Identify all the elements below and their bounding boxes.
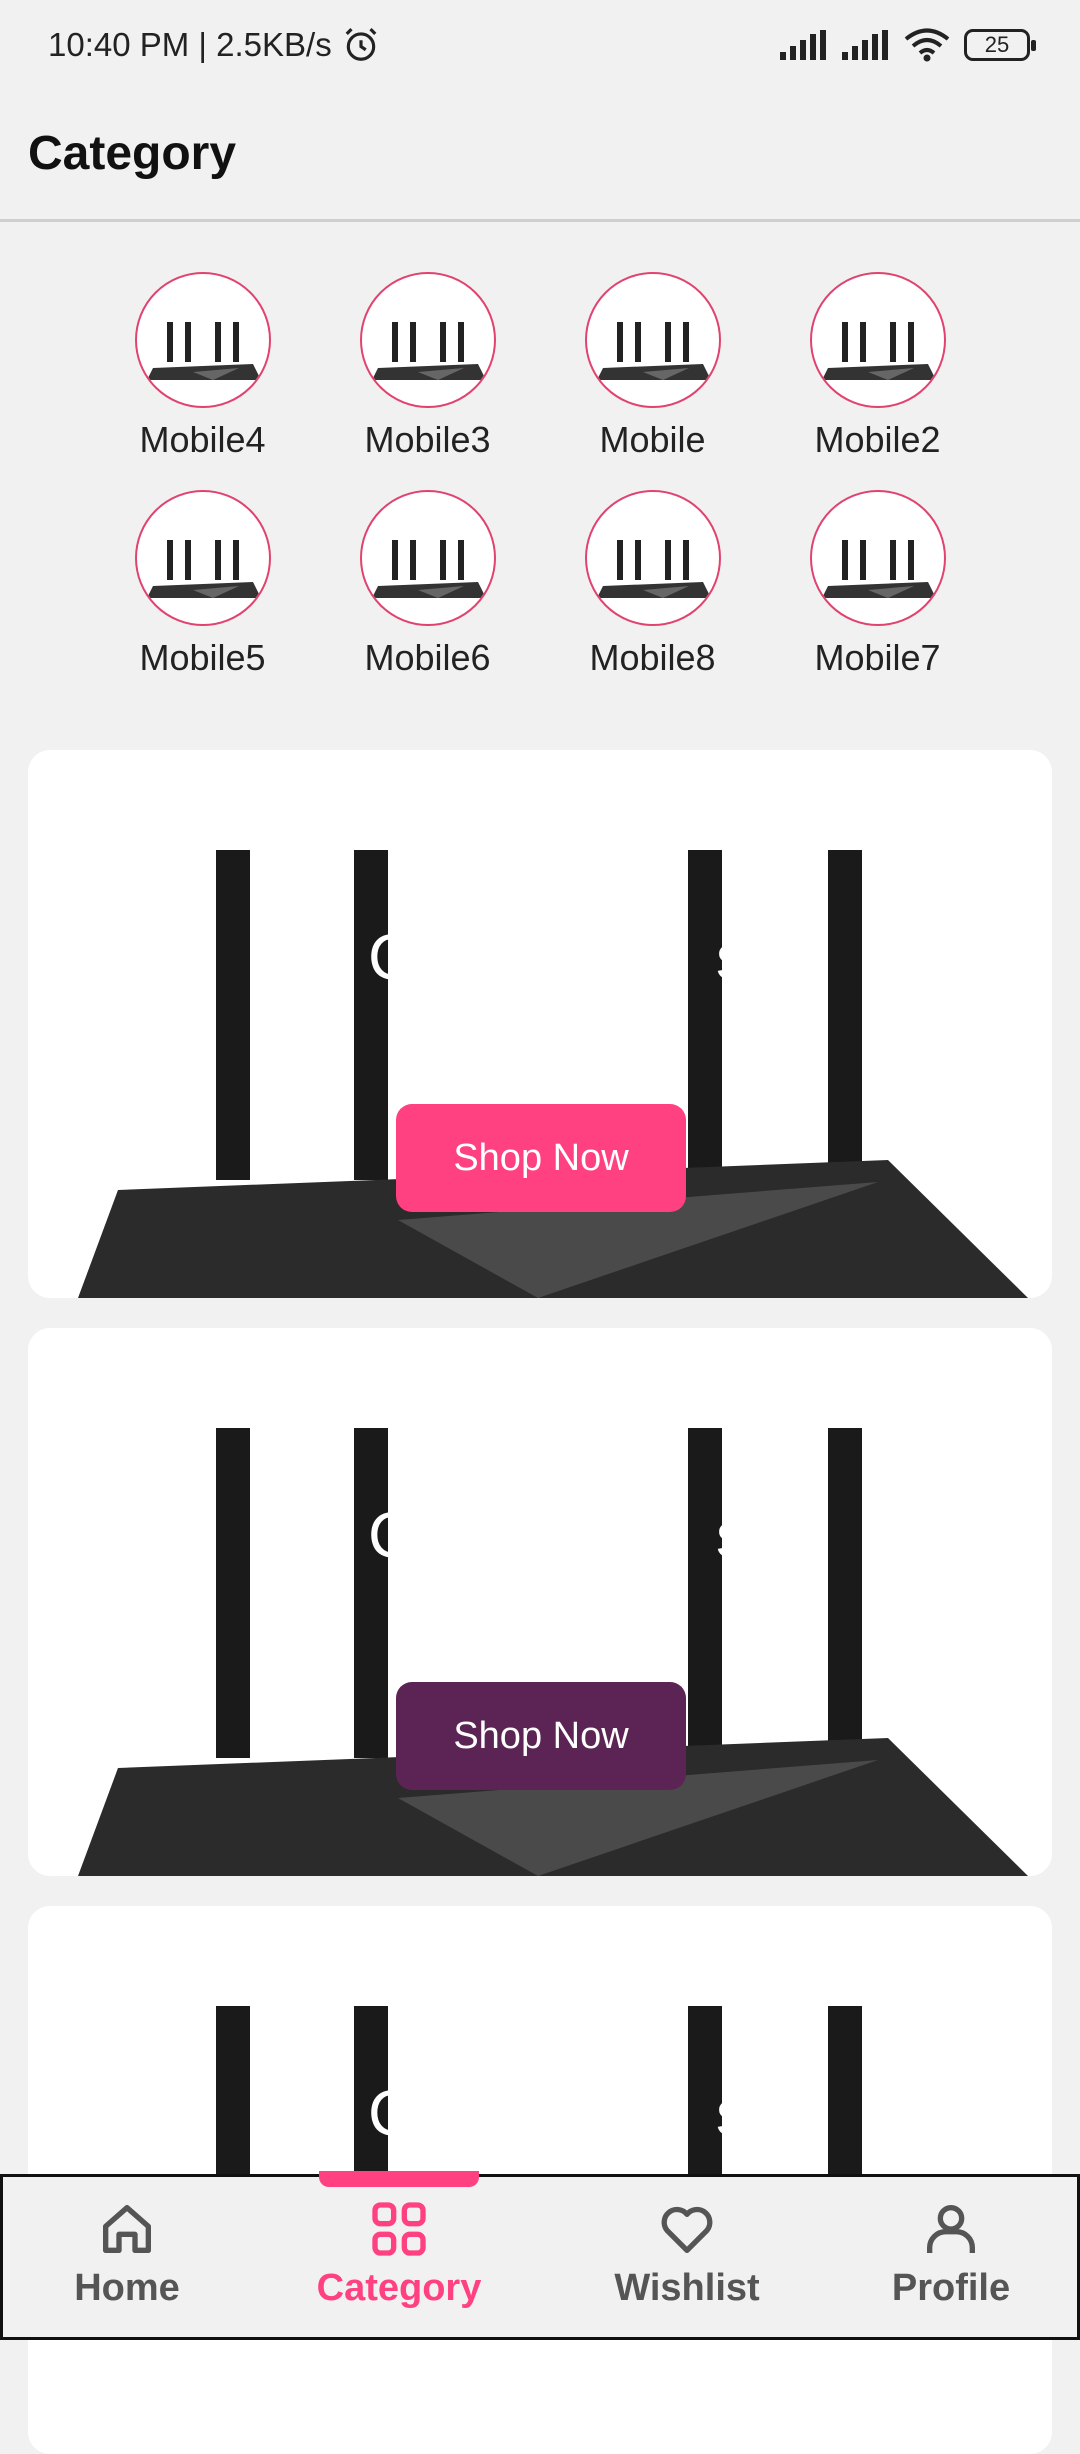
status-bar: 10:40 PM | 2.5KB/s 25 [0,0,1080,96]
battery-icon: 25 [964,29,1036,61]
router-banner-image [78,850,1028,1298]
router-banner-image [78,1428,1028,1876]
router-thumbnail-icon [596,540,711,598]
category-item[interactable]: Mobile [540,272,765,468]
category-label: Mobile2 [814,419,941,460]
promo-banner[interactable]: C s Shop Now [28,1328,1052,1876]
category-item[interactable]: Mobile6 [315,490,540,686]
category-item[interactable]: Mobile2 [765,272,990,468]
promo-banner[interactable]: C s Shop Now [28,750,1052,1298]
shop-now-button[interactable]: Shop Now [396,1682,686,1790]
category-image [809,490,946,626]
router-thumbnail-icon [821,322,936,380]
nav-category[interactable]: Category [299,2197,499,2310]
category-icon [372,2202,426,2256]
category-label: Mobile5 [139,637,266,678]
status-left: 10:40 PM | 2.5KB/s [48,26,380,64]
alarm-icon [345,28,377,61]
bottom-navigation: Home Category Wishlist Profile [0,2171,1080,2340]
wifi-icon [904,28,950,62]
banner-title-left: C [368,1499,415,1571]
nav-profile[interactable]: Profile [851,2197,1051,2310]
category-grid: Mobile4 Mobile3 Mobile Mobile2 Mobile5 M… [90,272,990,686]
battery-level: 25 [984,32,1010,57]
banner-title-left: C [368,921,415,993]
nav-wishlist[interactable]: Wishlist [587,2197,787,2310]
category-image [359,272,496,408]
router-thumbnail-icon [596,322,711,380]
category-item[interactable]: Mobile5 [90,490,315,686]
banner-title-left: C [368,2077,415,2149]
router-thumbnail-icon [821,540,936,598]
signal-icon-2 [842,30,888,60]
category-item[interactable]: Mobile8 [540,490,765,686]
router-thumbnail-icon [371,322,486,380]
status-right: 25 [780,28,1036,62]
page-title: Category [28,127,237,180]
shop-now-button[interactable]: Shop Now [396,1104,686,1212]
banner-title-right: s [716,1499,748,1571]
heart-icon [661,2206,713,2253]
active-tab-indicator [319,2171,479,2187]
category-label: Mobile4 [139,419,266,460]
category-image [134,490,271,626]
category-image [134,272,271,408]
nav-home-label: Home [74,2267,180,2309]
category-label: Mobile7 [814,637,941,678]
category-label: Mobile8 [589,637,716,678]
router-thumbnail-icon [371,540,486,598]
status-time-speed: 10:40 PM | 2.5KB/s [48,26,332,63]
category-image [584,490,721,626]
banner-title-right: s [716,921,748,993]
category-image [584,272,721,408]
app-header: Category [0,96,1080,222]
nav-category-label: Category [316,2267,482,2309]
category-image [809,272,946,408]
category-label: Mobile6 [364,637,491,678]
person-icon [927,2205,975,2253]
nav-profile-label: Profile [891,2267,1011,2309]
category-item[interactable]: Mobile7 [765,490,990,686]
home-icon [103,2205,151,2253]
banner-title-right: s [716,2077,748,2149]
category-item[interactable]: Mobile3 [315,272,540,468]
signal-icon [780,30,826,60]
nav-home[interactable]: Home [27,2197,227,2310]
category-label: Mobile [599,419,706,460]
banner-title: C s [368,920,748,994]
router-thumbnail-icon [146,540,261,598]
banner-title: C s [368,2076,748,2150]
category-item[interactable]: Mobile4 [90,272,315,468]
category-image [359,490,496,626]
category-label: Mobile3 [364,419,491,460]
nav-wishlist-label: Wishlist [614,2267,760,2309]
banner-title: C s [368,1498,748,1572]
router-thumbnail-icon [146,322,261,380]
